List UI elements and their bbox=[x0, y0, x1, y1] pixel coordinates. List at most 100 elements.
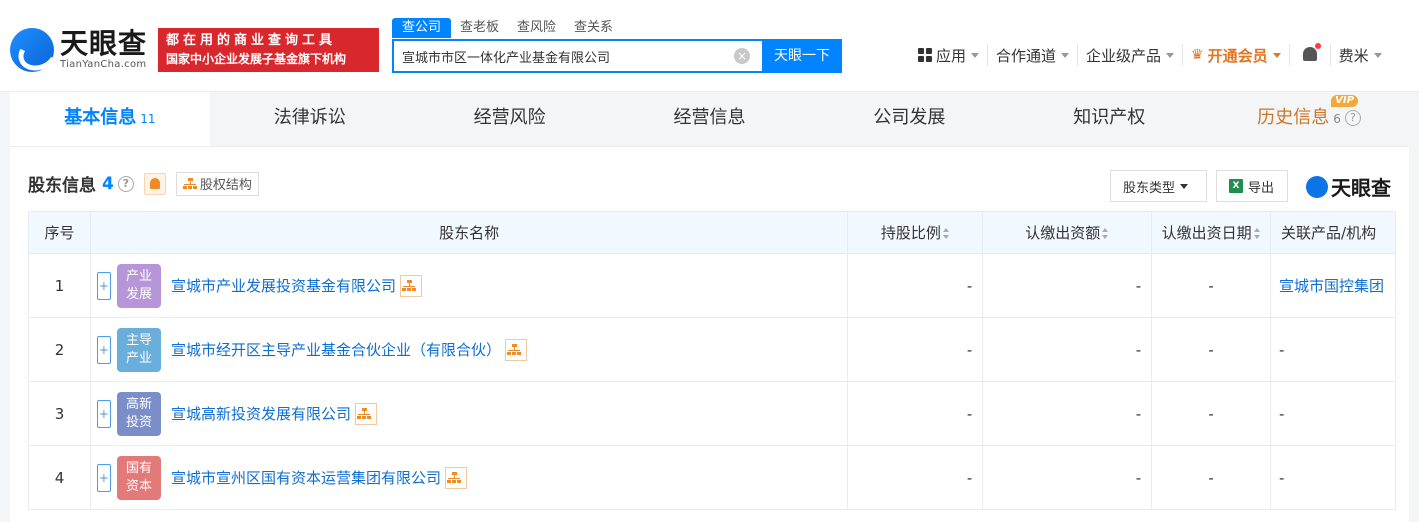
nav-channel-label: 合作通道 bbox=[996, 46, 1057, 65]
search-button[interactable]: 天眼一下 bbox=[762, 39, 842, 73]
shareholder-type-dropdown[interactable]: 股东类型 bbox=[1110, 170, 1207, 202]
search-tab-relation[interactable]: 查关系 bbox=[565, 18, 622, 38]
site-logo[interactable]: 天眼查 TianYanCha.com bbox=[10, 28, 147, 72]
tab-risk[interactable]: 经营风险 bbox=[409, 92, 610, 146]
amount-cell: - bbox=[982, 445, 1153, 510]
top-header: 天眼查 TianYanCha.com 都在用的商业查询工具 国家中小企业发展子基… bbox=[0, 0, 1419, 92]
col-amount[interactable]: 认缴出资额 bbox=[982, 211, 1153, 254]
ratio-cell: - bbox=[847, 317, 984, 382]
tab-basic-info[interactable]: 基本信息 11 bbox=[10, 92, 210, 146]
nav-apps[interactable]: 应用 bbox=[910, 44, 989, 66]
nav-enterprise[interactable]: 企业级产品 bbox=[1078, 44, 1184, 66]
search-tab-risk[interactable]: 查风险 bbox=[508, 18, 565, 38]
col-ratio[interactable]: 持股比例 bbox=[847, 211, 984, 254]
shareholder-name-link[interactable]: 宣城市产业发展投资基金有限公司 bbox=[171, 275, 396, 296]
expand-button[interactable]: + bbox=[96, 335, 111, 364]
row-index: 4 bbox=[28, 445, 91, 510]
slogan-line-1: 都在用的商业查询工具 bbox=[166, 33, 337, 48]
search-tab-boss[interactable]: 查老板 bbox=[451, 18, 508, 38]
amount-cell: - bbox=[982, 317, 1153, 382]
nav-channel[interactable]: 合作通道 bbox=[988, 44, 1079, 66]
shareholder-name-link[interactable]: 宣城市经开区主导产业基金合伙企业（有限合伙） bbox=[171, 339, 501, 360]
ratio-cell: - bbox=[847, 253, 984, 318]
amount-cell: - bbox=[982, 381, 1153, 446]
table-row: 1 + 产业 发展 宣城市产业发展投资基金有限公司 - - - 宣城市国控集团 bbox=[28, 253, 1396, 318]
tab-count: 11 bbox=[140, 112, 156, 126]
chevron-down-icon bbox=[1373, 52, 1382, 58]
expand-button[interactable]: + bbox=[96, 463, 111, 492]
shareholder-tag: 国有 资本 bbox=[116, 455, 161, 500]
tab-history[interactable]: VIP 历史信息 6? bbox=[1209, 92, 1410, 146]
bell-icon bbox=[1302, 43, 1321, 64]
equity-chart-button[interactable] bbox=[444, 466, 467, 489]
sort-icon bbox=[1102, 228, 1109, 239]
shareholder-tag: 主导 产业 bbox=[116, 327, 161, 372]
table-header-row: 序号 股东名称 持股比例 认缴出资额 认缴出资日期 关联产品/机构 bbox=[28, 211, 1396, 254]
related-org-link[interactable]: 宣城市国控集团 bbox=[1279, 277, 1384, 295]
sort-icon bbox=[942, 228, 950, 239]
shareholder-name-link[interactable]: 宣城高新投资发展有限公司 bbox=[171, 403, 351, 424]
section-title: 股东信息 bbox=[28, 176, 96, 196]
chevron-down-icon bbox=[971, 52, 980, 58]
clear-icon[interactable]: × bbox=[734, 48, 750, 64]
notification-dot bbox=[1314, 43, 1321, 49]
company-section-tabs: 基本信息 11 法律诉讼 经营风险 经营信息 公司发展 知识产权 VIP 历史信息… bbox=[10, 92, 1410, 147]
nav-vip[interactable]: ♛ 开通会员 bbox=[1183, 44, 1290, 66]
brand-watermark: 天眼查 bbox=[1306, 172, 1391, 201]
tab-business[interactable]: 经营信息 bbox=[609, 92, 810, 146]
shareholder-tag: 高新 投资 bbox=[116, 391, 161, 436]
apps-grid-icon bbox=[918, 48, 932, 62]
nav-vip-label: 开通会员 bbox=[1207, 46, 1268, 65]
expand-button[interactable]: + bbox=[96, 271, 111, 300]
expand-button[interactable]: + bbox=[96, 399, 111, 428]
col-related: 关联产品/机构 bbox=[1270, 211, 1396, 254]
shareholder-name-link[interactable]: 宣城市宣州区国有资本运营集团有限公司 bbox=[171, 467, 441, 488]
search-tab-company[interactable]: 查公司 bbox=[392, 18, 452, 38]
help-icon[interactable]: ? bbox=[1344, 110, 1361, 126]
ratio-cell: - bbox=[847, 381, 984, 446]
row-index: 3 bbox=[28, 381, 91, 446]
nav-apps-label: 应用 bbox=[936, 46, 967, 65]
date-cell: - bbox=[1151, 317, 1272, 382]
equity-structure-button[interactable]: 股权结构 bbox=[175, 171, 259, 196]
org-chart-icon bbox=[357, 407, 372, 420]
logo-eye-icon bbox=[10, 28, 54, 72]
search-box: × bbox=[392, 39, 762, 73]
row-index: 2 bbox=[28, 317, 91, 382]
help-icon[interactable]: ? bbox=[117, 175, 134, 192]
related-cell: - bbox=[1270, 317, 1396, 382]
chevron-down-icon bbox=[1061, 52, 1070, 58]
tab-legal[interactable]: 法律诉讼 bbox=[209, 92, 410, 146]
slogan-line-2: 国家中小企业发展子基金旗下机构 bbox=[166, 52, 347, 66]
section-count: 4 bbox=[102, 173, 114, 194]
tab-ip[interactable]: 知识产权 bbox=[1009, 92, 1210, 146]
row-index: 1 bbox=[28, 253, 91, 318]
related-cell: - bbox=[1270, 445, 1396, 510]
search-input[interactable] bbox=[402, 48, 722, 64]
nav-notifications[interactable] bbox=[1290, 43, 1331, 66]
shareholder-tag: 产业 发展 bbox=[116, 263, 161, 308]
org-chart-icon bbox=[182, 177, 197, 190]
tab-development[interactable]: 公司发展 bbox=[809, 92, 1010, 146]
date-cell: - bbox=[1151, 445, 1272, 510]
chevron-down-icon bbox=[1272, 52, 1281, 58]
equity-chart-button[interactable] bbox=[399, 274, 422, 297]
shareholder-table: 序号 股东名称 持股比例 认缴出资额 认缴出资日期 关联产品/机构 1 + 产业… bbox=[28, 211, 1396, 510]
export-button[interactable]: X 导出 bbox=[1216, 170, 1288, 202]
shareholder-panel: 股东信息 4 ? 股权结构 股东类型 X 导出 天眼查 序号 股东名称 持股比例… bbox=[10, 147, 1409, 522]
org-chart-icon bbox=[447, 471, 462, 484]
tab-count: 6 bbox=[1333, 112, 1341, 126]
col-name: 股东名称 bbox=[89, 211, 849, 254]
search-type-tabs: 查公司 查老板 查风险 查关系 bbox=[392, 18, 622, 38]
nav-user[interactable]: 费米 bbox=[1331, 44, 1390, 66]
table-row: 4 + 国有 资本 宣城市宣州区国有资本运营集团有限公司 - - - - bbox=[28, 445, 1396, 510]
monitor-button[interactable] bbox=[143, 172, 166, 195]
equity-chart-button[interactable] bbox=[504, 338, 527, 361]
related-cell: - bbox=[1270, 381, 1396, 446]
equity-chart-button[interactable] bbox=[354, 402, 377, 425]
ratio-cell: - bbox=[847, 445, 984, 510]
date-cell: - bbox=[1151, 381, 1272, 446]
slogan-banner: 都在用的商业查询工具 国家中小企业发展子基金旗下机构 bbox=[158, 28, 379, 72]
col-date[interactable]: 认缴出资日期 bbox=[1151, 211, 1272, 254]
col-index: 序号 bbox=[28, 211, 91, 254]
